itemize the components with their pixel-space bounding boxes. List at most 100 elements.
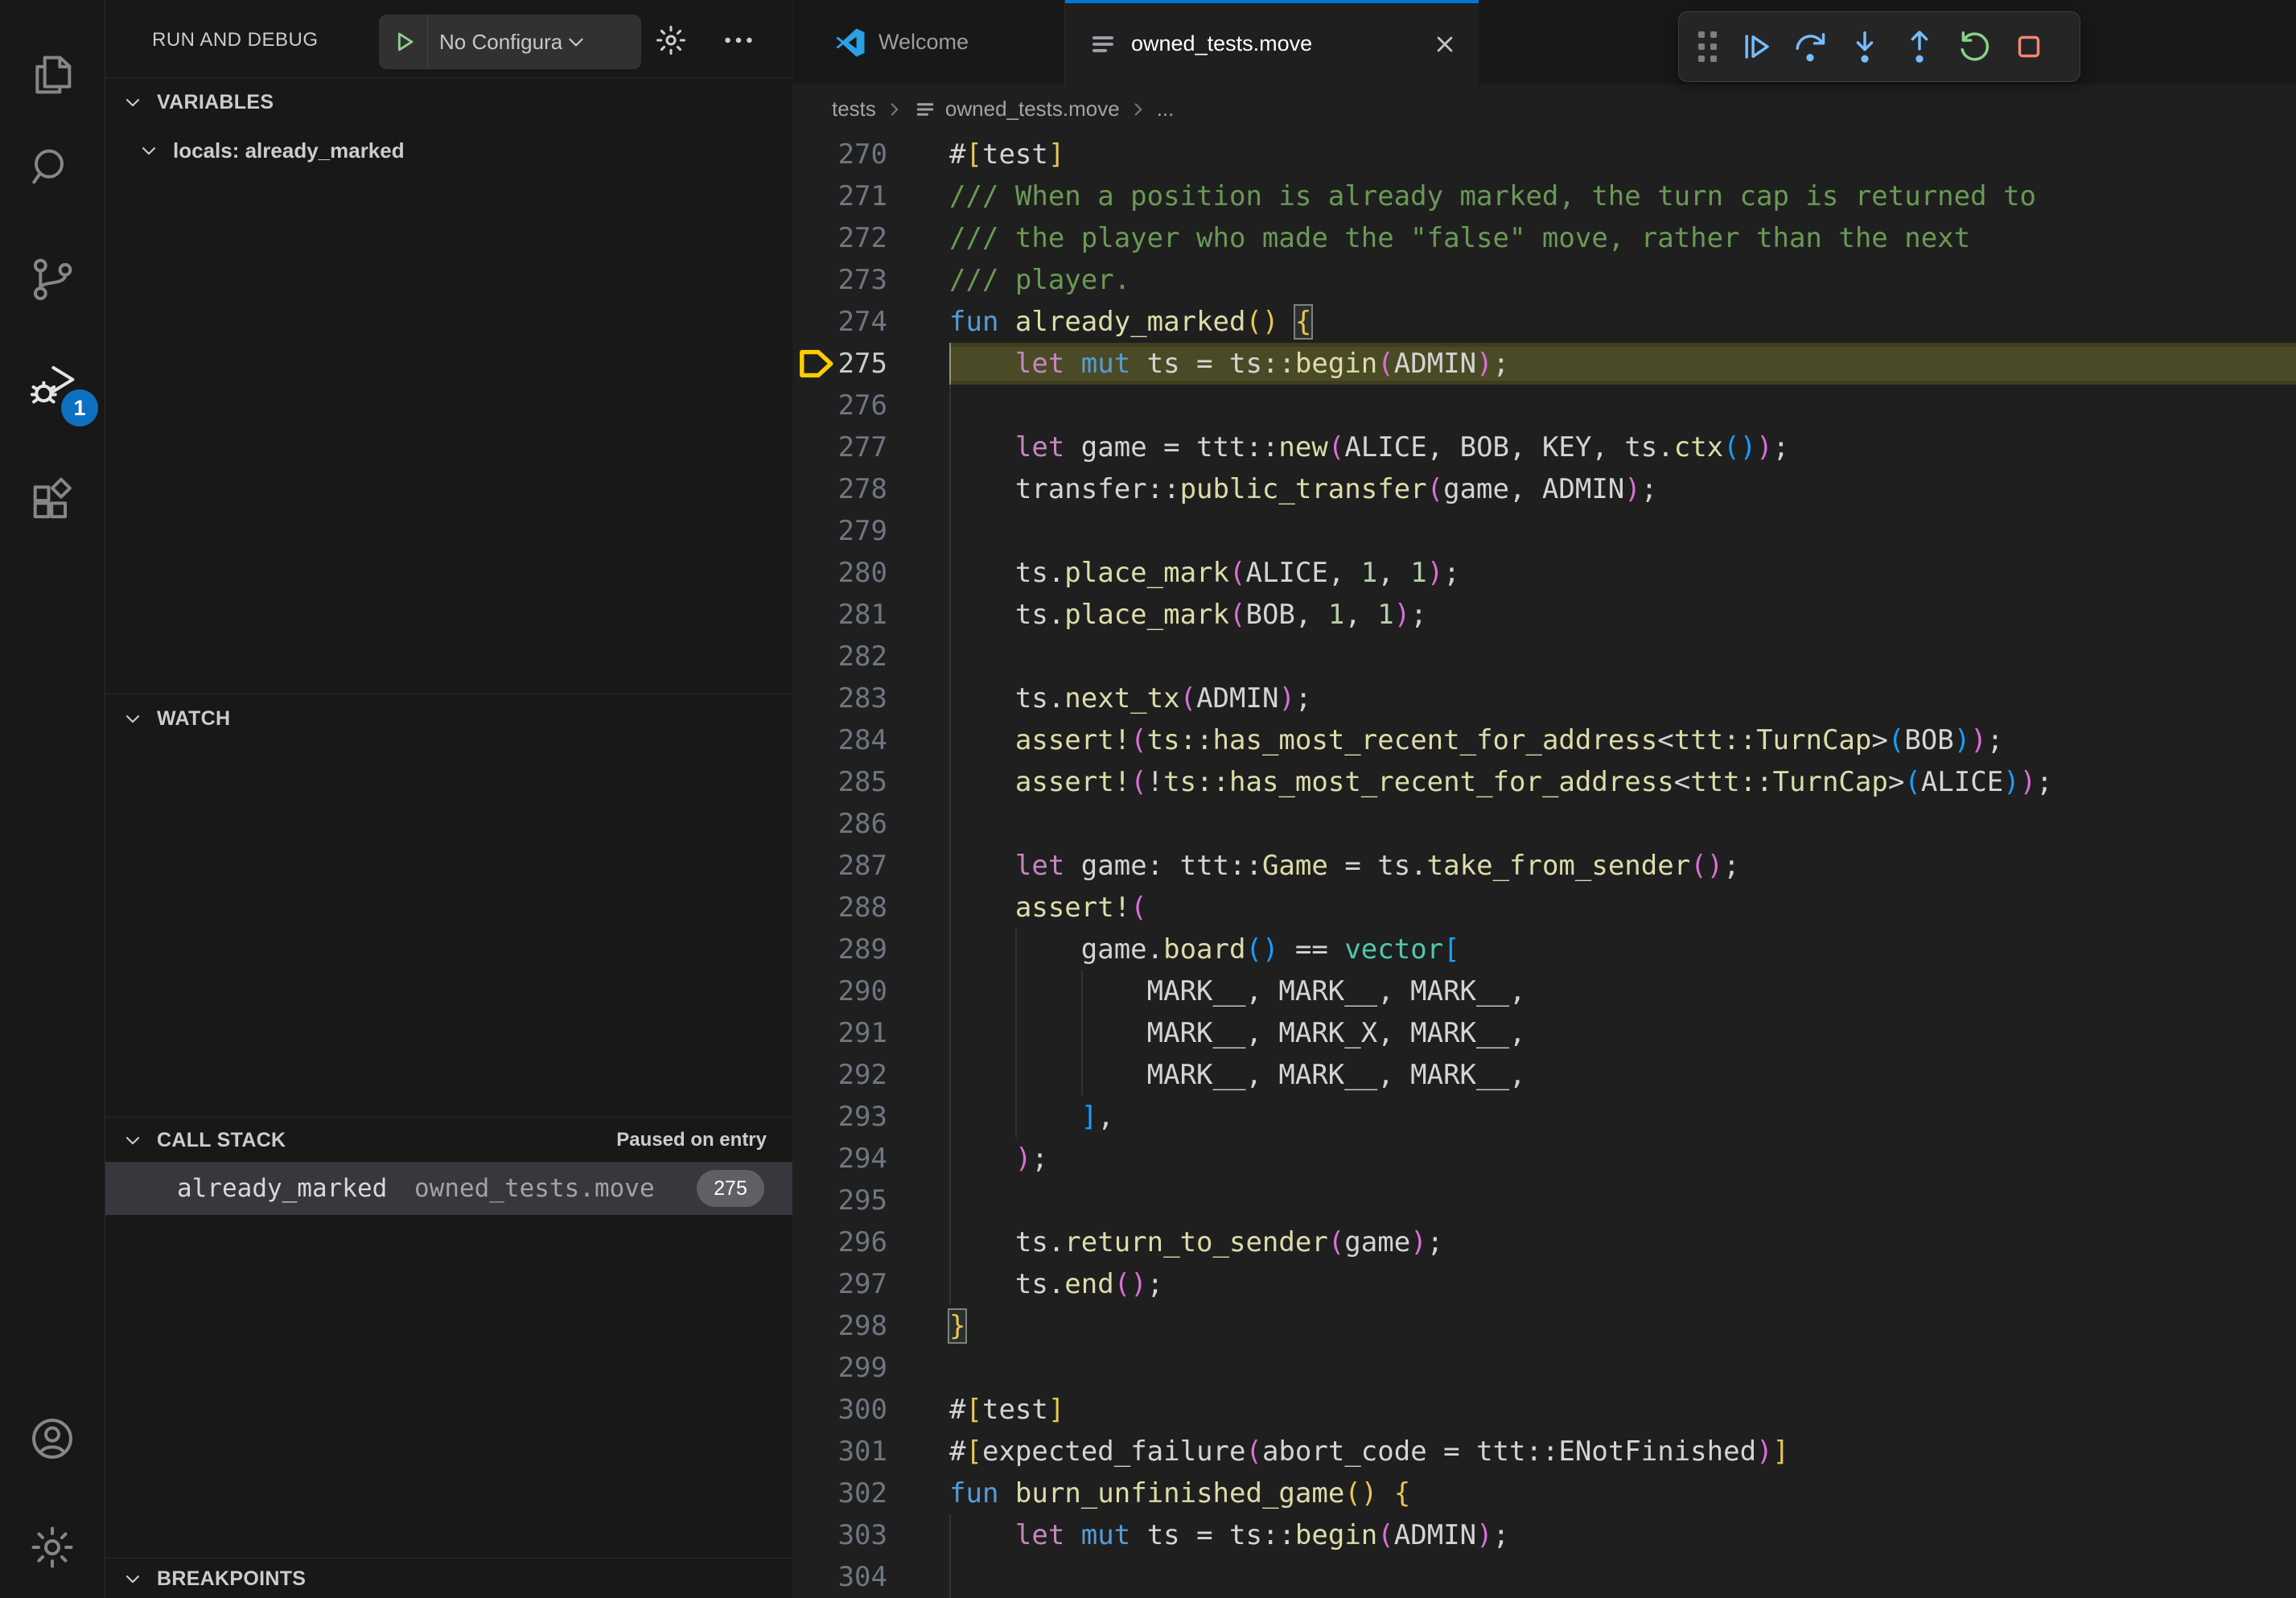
line-number[interactable]: 276 xyxy=(793,385,887,426)
line-number[interactable]: 272 xyxy=(793,217,887,259)
line-number[interactable]: 291 xyxy=(793,1012,887,1054)
call-stack-section-header[interactable]: CALL STACK Paused on entry xyxy=(105,1117,792,1163)
code-token xyxy=(1377,1477,1393,1509)
line-number[interactable]: 304 xyxy=(793,1556,887,1598)
source-control-icon[interactable] xyxy=(27,253,78,304)
line-number[interactable]: 294 xyxy=(793,1138,887,1180)
code-line-295[interactable]: 295 xyxy=(793,1180,2296,1221)
variables-section-header[interactable]: VARIABLES xyxy=(105,77,792,126)
code-line-296[interactable]: 296 ts.return_to_sender(game); xyxy=(793,1221,2296,1263)
code-line-299[interactable]: 299 xyxy=(793,1347,2296,1389)
extensions-icon[interactable] xyxy=(27,476,78,528)
line-number[interactable]: 298 xyxy=(793,1305,887,1347)
code-line-290[interactable]: 290 MARK__, MARK__, MARK__, xyxy=(793,970,2296,1012)
breadcrumb-file[interactable]: owned_tests.move xyxy=(945,97,1120,121)
line-number[interactable]: 290 xyxy=(793,970,887,1012)
code-line-294[interactable]: 294 ); xyxy=(793,1138,2296,1180)
code-line-277[interactable]: 277 let game = ttt::new(ALICE, BOB, KEY,… xyxy=(793,426,2296,468)
code-line-293[interactable]: 293 ], xyxy=(793,1096,2296,1138)
code-line-272[interactable]: 272/// the player who made the "false" m… xyxy=(793,217,2296,259)
line-number[interactable]: 283 xyxy=(793,678,887,719)
line-number[interactable]: 293 xyxy=(793,1096,887,1138)
line-number[interactable]: 270 xyxy=(793,134,887,175)
line-number[interactable]: 278 xyxy=(793,468,887,510)
line-number[interactable]: 302 xyxy=(793,1472,887,1514)
account-icon[interactable] xyxy=(27,1413,78,1464)
line-number[interactable]: 292 xyxy=(793,1054,887,1096)
line-number[interactable]: 279 xyxy=(793,510,887,552)
debug-configuration-dropdown[interactable]: No Configura xyxy=(379,14,641,69)
code-line-283[interactable]: 283 ts.next_tx(ADMIN); xyxy=(793,678,2296,719)
watch-section-header[interactable]: WATCH xyxy=(105,694,792,743)
line-number[interactable]: 287 xyxy=(793,845,887,887)
code-line-284[interactable]: 284 assert!(ts::has_most_recent_for_addr… xyxy=(793,719,2296,761)
code-line-282[interactable]: 282 xyxy=(793,636,2296,678)
line-number[interactable]: 288 xyxy=(793,887,887,929)
line-number[interactable]: 271 xyxy=(793,175,887,217)
line-number[interactable]: 285 xyxy=(793,761,887,803)
line-number[interactable]: 301 xyxy=(793,1431,887,1472)
step-out-icon[interactable] xyxy=(1901,28,1938,65)
breadcrumb-folder[interactable]: tests xyxy=(832,97,876,121)
code-line-275[interactable]: 275 let mut ts = ts::begin(ADMIN); xyxy=(793,343,2296,385)
step-into-icon[interactable] xyxy=(1846,28,1883,65)
code-line-276[interactable]: 276 xyxy=(793,385,2296,426)
step-over-icon[interactable] xyxy=(1792,28,1829,65)
code-line-297[interactable]: 297 ts.end(); xyxy=(793,1263,2296,1305)
line-number[interactable]: 274 xyxy=(793,301,887,343)
start-debug-icon[interactable] xyxy=(390,28,418,56)
code-line-302[interactable]: 302fun burn_unfinished_game() { xyxy=(793,1472,2296,1514)
code-line-279[interactable]: 279 xyxy=(793,510,2296,552)
code-line-291[interactable]: 291 MARK__, MARK_X, MARK__, xyxy=(793,1012,2296,1054)
continue-icon[interactable] xyxy=(1737,28,1774,65)
debug-settings-gear-icon[interactable] xyxy=(652,22,689,59)
variables-scope-row[interactable]: locals: already_marked xyxy=(105,126,792,175)
line-number[interactable]: 277 xyxy=(793,426,887,468)
tab-owned-tests[interactable]: owned_tests.move xyxy=(1065,0,1479,84)
code-line-286[interactable]: 286 xyxy=(793,803,2296,845)
code-line-304[interactable]: 304 xyxy=(793,1556,2296,1598)
code-line-285[interactable]: 285 assert!(!ts::has_most_recent_for_add… xyxy=(793,761,2296,803)
call-stack-frame-row[interactable]: already_marked owned_tests.move 275 xyxy=(105,1162,792,1215)
line-number[interactable]: 280 xyxy=(793,552,887,594)
close-tab-icon[interactable] xyxy=(1432,31,1458,57)
line-number[interactable]: 282 xyxy=(793,636,887,678)
line-number[interactable]: 303 xyxy=(793,1514,887,1556)
line-number[interactable]: 300 xyxy=(793,1389,887,1431)
breadcrumb-more[interactable]: ... xyxy=(1157,97,1175,121)
code-line-274[interactable]: 274fun already_marked() { xyxy=(793,301,2296,343)
line-number[interactable]: 289 xyxy=(793,929,887,970)
code-line-270[interactable]: 270#[test] xyxy=(793,134,2296,175)
breakpoints-section-header[interactable]: BREAKPOINTS xyxy=(105,1558,792,1598)
code-line-273[interactable]: 273/// player. xyxy=(793,259,2296,301)
line-number[interactable]: 299 xyxy=(793,1347,887,1389)
line-number[interactable]: 296 xyxy=(793,1221,887,1263)
settings-gear-icon[interactable] xyxy=(27,1522,78,1573)
code-line-281[interactable]: 281 ts.place_mark(BOB, 1, 1); xyxy=(793,594,2296,636)
search-icon[interactable] xyxy=(27,142,78,194)
code-line-289[interactable]: 289 game.board() == vector[ xyxy=(793,929,2296,970)
code-line-301[interactable]: 301#[expected_failure(abort_code = ttt::… xyxy=(793,1431,2296,1472)
line-number[interactable]: 284 xyxy=(793,719,887,761)
line-number[interactable]: 273 xyxy=(793,259,887,301)
tab-welcome[interactable]: Welcome xyxy=(813,0,1065,84)
code-line-278[interactable]: 278 transfer::public_transfer(game, ADMI… xyxy=(793,468,2296,510)
code-line-303[interactable]: 303 let mut ts = ts::begin(ADMIN); xyxy=(793,1514,2296,1556)
line-number[interactable]: 275 xyxy=(793,343,887,385)
explorer-icon[interactable] xyxy=(27,49,78,101)
line-number[interactable]: 286 xyxy=(793,803,887,845)
code-line-298[interactable]: 298} xyxy=(793,1305,2296,1347)
code-line-300[interactable]: 300#[test] xyxy=(793,1389,2296,1431)
more-actions-icon[interactable] xyxy=(720,22,757,59)
line-number[interactable]: 281 xyxy=(793,594,887,636)
line-number[interactable]: 297 xyxy=(793,1263,887,1305)
toolbar-drag-handle-icon[interactable] xyxy=(1698,31,1717,62)
code-line-287[interactable]: 287 let game: ttt::Game = ts.take_from_s… xyxy=(793,845,2296,887)
code-line-292[interactable]: 292 MARK__, MARK__, MARK__, xyxy=(793,1054,2296,1096)
line-number[interactable]: 295 xyxy=(793,1180,887,1221)
code-line-288[interactable]: 288 assert!( xyxy=(793,887,2296,929)
code-line-271[interactable]: 271/// When a position is already marked… xyxy=(793,175,2296,217)
code-line-280[interactable]: 280 ts.place_mark(ALICE, 1, 1); xyxy=(793,552,2296,594)
stop-icon[interactable] xyxy=(2010,28,2047,65)
restart-icon[interactable] xyxy=(1956,28,1993,65)
